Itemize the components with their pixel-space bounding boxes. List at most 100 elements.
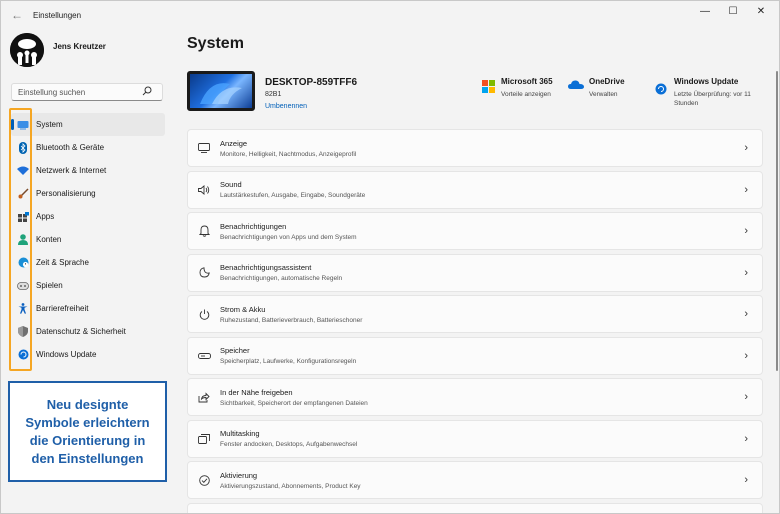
annotation-callout: Neu designte Symbole erleichtern die Ori…	[8, 381, 167, 482]
card-subtitle: Monitore, Helligkeit, Nachtmodus, Anzeig…	[220, 150, 357, 158]
window-controls: — ☐ ✕	[691, 1, 775, 21]
card-subtitle: Ruhezustand, Batterieverbrauch, Batterie…	[220, 316, 363, 324]
chevron-right-icon: ›	[744, 183, 748, 196]
user-profile[interactable]: Jens Kreutzer	[10, 33, 106, 67]
chevron-right-icon: ›	[744, 225, 748, 237]
chevron-right-icon: ›	[744, 349, 748, 362]
card-activation[interactable]: Aktivierung Aktivierungszustand, Abonnem…	[187, 461, 763, 499]
card-display[interactable]: Anzeige Monitore, Helligkeit, Nachtmodus…	[187, 129, 763, 167]
card-title: Aktivierung	[220, 470, 258, 480]
sidebar-item-network[interactable]: Netzwerk & Internet	[11, 159, 165, 182]
card-title: Benachrichtigungsassistent	[220, 263, 312, 272]
card-title: Benachrichtigungen	[220, 221, 287, 231]
sidebar-item-label: Netzwerk & Internet	[36, 166, 107, 175]
search-box[interactable]	[11, 83, 163, 101]
sidebar-item-privacy[interactable]: Datenschutz & Sicherheit	[11, 320, 165, 343]
card-nearby-sharing[interactable]: In der Nähe freigeben Sichtbarkeit, Spei…	[187, 378, 763, 416]
quick-link-onedrive[interactable]: OneDrive Verwalten	[567, 77, 625, 99]
chevron-right-icon: ›	[744, 308, 748, 320]
sidebar-item-label: Spielen	[36, 281, 63, 290]
card-power-battery[interactable]: Strom & Akku Ruhezustand, Batterieverbra…	[187, 295, 763, 333]
back-arrow-icon: ←	[11, 8, 23, 22]
sidebar-item-windows-update[interactable]: Windows Update	[11, 343, 165, 366]
quick-link-subtitle: Verwalten	[589, 91, 618, 98]
rename-link[interactable]: Umbenennen	[265, 103, 357, 110]
profile-name: Jens Kreutzer	[53, 41, 106, 51]
card-title: Strom & Akku	[220, 304, 266, 314]
minimize-icon: —	[700, 5, 710, 17]
sidebar-item-gaming[interactable]: Spielen	[11, 274, 165, 297]
card-storage[interactable]: Speicher Speicherplatz, Laufwerke, Konfi…	[187, 336, 763, 375]
quick-link-subtitle: Vorteile anzeigen	[501, 91, 551, 98]
chevron-right-icon: ›	[744, 142, 748, 154]
search-input[interactable]	[12, 87, 142, 97]
maximize-icon: ☐	[728, 5, 738, 17]
quick-link-title: Microsoft 365	[501, 77, 553, 86]
sidebar-item-time-language[interactable]: Zeit & Sprache	[11, 251, 165, 274]
card-notifications[interactable]: Benachrichtigungen Benachrichtigungen vo…	[187, 212, 763, 250]
chevron-right-icon: ›	[744, 432, 748, 445]
quick-link-windows-update[interactable]: Windows Update Letzte Überprüfung: vor 1…	[652, 77, 779, 108]
settings-card-list: Anzeige Monitore, Helligkeit, Nachtmodus…	[187, 129, 763, 513]
sidebar-item-label: Barrierefreiheit	[36, 304, 89, 313]
quick-link-subtitle: Letzte Überprüfung: vor 11 Stunden	[674, 91, 751, 107]
close-button[interactable]: ✕	[747, 1, 775, 21]
icon-highlight-box	[9, 108, 32, 371]
power-icon	[188, 309, 220, 320]
chevron-right-icon: ›	[744, 474, 748, 486]
check-circle-icon	[188, 474, 220, 486]
title-bar: ← Einstellungen — ☐ ✕	[1, 1, 779, 29]
minimize-button[interactable]: —	[691, 1, 719, 21]
page-title: System	[187, 35, 244, 52]
sidebar-item-label: Zeit & Sprache	[36, 258, 89, 267]
device-info-block: DESKTOP-859TFF6 82B1 Umbenennen	[187, 71, 357, 111]
card-subtitle: Benachrichtigungen, automatische Regeln	[220, 275, 343, 282]
card-subtitle: Speicherplatz, Laufwerke, Konfigurations…	[220, 358, 357, 365]
sidebar-item-personalization[interactable]: Personalisierung	[11, 182, 165, 205]
avatar-icon	[10, 33, 44, 67]
chevron-right-icon: ›	[744, 391, 748, 403]
settings-window: ← Einstellungen — ☐ ✕ Jens Kreutzer Eins…	[0, 0, 780, 514]
card-subtitle: Lautstärkestufen, Ausgabe, Eingabe, Soun…	[220, 192, 366, 199]
share-icon	[188, 391, 220, 403]
device-name: DESKTOP-859TFF6	[265, 77, 358, 88]
sidebar-item-label: System	[36, 120, 63, 129]
sidebar-item-system[interactable]: System	[11, 113, 165, 136]
card-focus-assist[interactable]: Benachrichtigungsassistent Benachrichtig…	[187, 253, 763, 292]
sidebar-item-label: Apps	[36, 212, 55, 221]
card-subtitle: Benachrichtigungen von Apps und dem Syst…	[220, 233, 357, 241]
search-icon[interactable]	[142, 86, 152, 98]
device-thumbnail	[187, 71, 255, 111]
scrollbar[interactable]	[776, 71, 778, 371]
device-details: DESKTOP-859TFF6 82B1 Umbenennen	[265, 77, 357, 111]
card-sound[interactable]: Sound Lautstärkestufen, Ausgabe, Eingabe…	[187, 170, 763, 209]
bell-icon	[188, 225, 220, 237]
sidebar-item-label: Bluetooth & Geräte	[36, 143, 105, 152]
card-title: Speicher	[220, 346, 250, 355]
back-button[interactable]: ←	[3, 1, 31, 29]
sidebar-item-apps[interactable]: Apps	[11, 205, 165, 228]
card-title: Sound	[220, 180, 242, 189]
window-title: Einstellungen	[33, 10, 82, 20]
update-icon	[652, 83, 670, 101]
display-icon	[188, 143, 220, 153]
quick-link-microsoft365[interactable]: Microsoft 365 Vorteile anzeigen	[479, 77, 553, 99]
microsoft365-icon	[479, 80, 497, 98]
callout-text: Neu designte Symbole erleichtern die Ori…	[25, 396, 150, 466]
card-multitasking[interactable]: Multitasking Fenster andocken, Desktops,…	[187, 419, 763, 458]
multitasking-icon	[188, 433, 220, 444]
sidebar-item-accessibility[interactable]: Barrierefreiheit	[11, 297, 165, 320]
sidebar-item-label: Konten	[36, 235, 62, 244]
sidebar-item-accounts[interactable]: Konten	[11, 228, 165, 251]
storage-icon	[188, 352, 220, 359]
sidebar-item-bluetooth[interactable]: Bluetooth & Geräte	[11, 136, 165, 159]
card-subtitle: Sichtbarkeit, Speicherort der empfangene…	[220, 399, 368, 407]
maximize-button[interactable]: ☐	[719, 1, 747, 21]
sidebar-nav: System Bluetooth & Geräte Netzwerk & Int…	[11, 113, 165, 366]
card-partial[interactable]	[187, 502, 763, 513]
close-icon: ✕	[756, 5, 766, 17]
quick-link-title: Windows Update	[674, 77, 739, 86]
card-subtitle: Aktivierungszustand, Abonnements, Produc…	[220, 482, 361, 490]
onedrive-icon	[567, 80, 585, 98]
speaker-icon	[188, 184, 220, 195]
